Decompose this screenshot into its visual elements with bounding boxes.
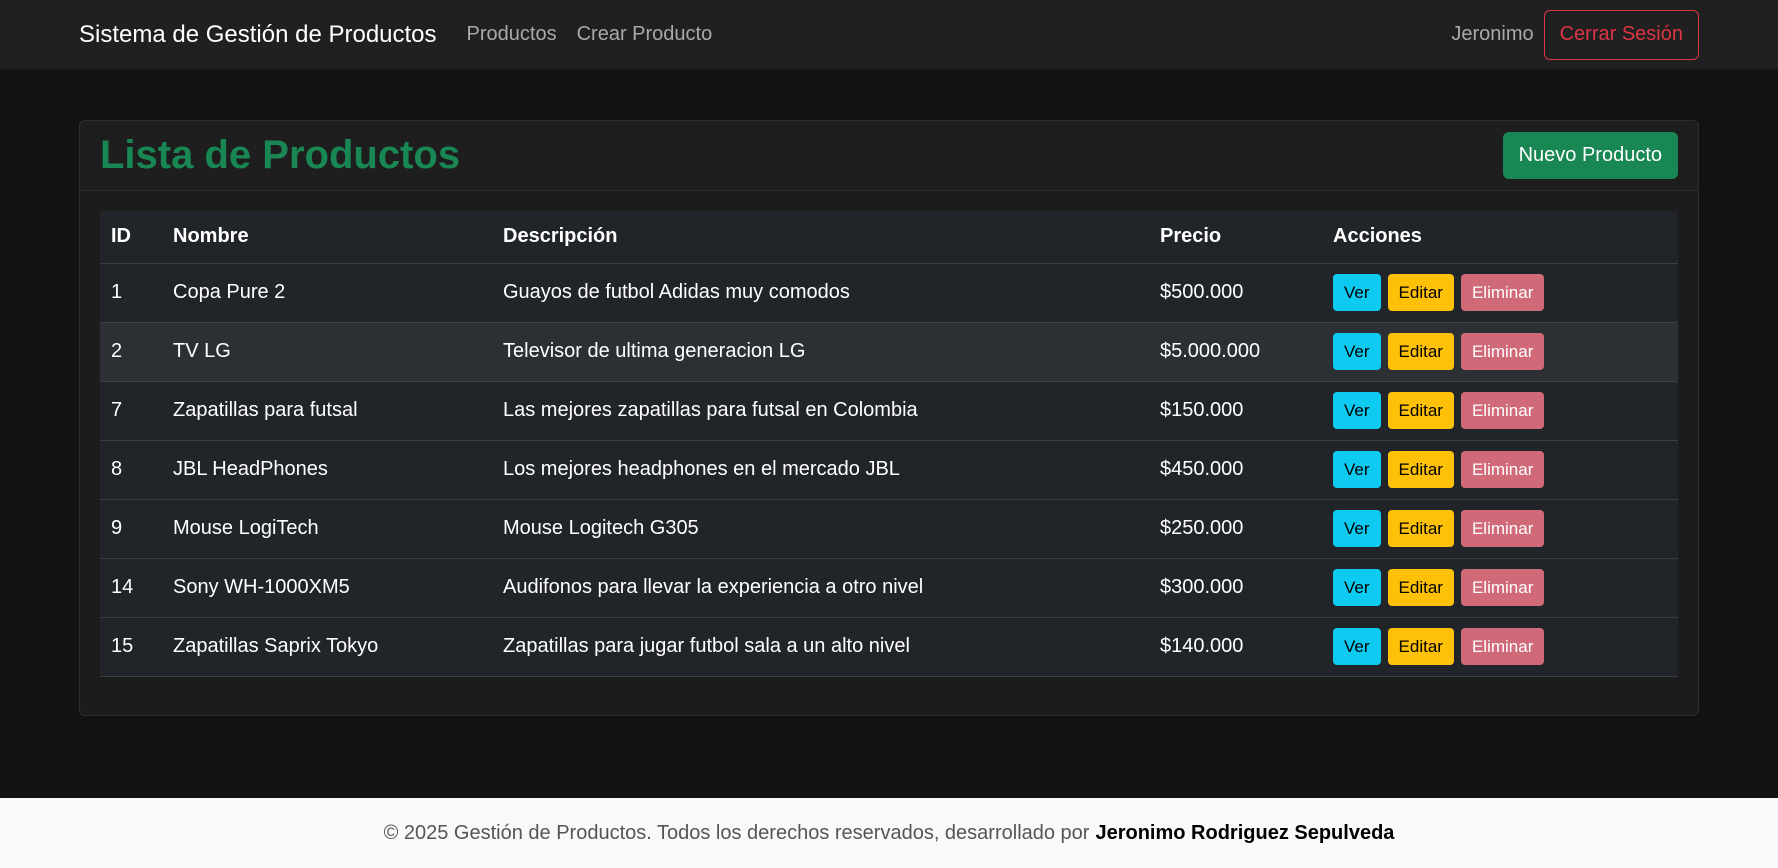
current-user-name: Jeronimo bbox=[1451, 23, 1534, 45]
header-precio: Precio bbox=[1149, 211, 1322, 264]
cell-nombre: Mouse LogiTech bbox=[162, 499, 492, 559]
app-brand[interactable]: Sistema de Gestión de Productos bbox=[79, 21, 437, 49]
table-row: 7 Zapatillas para futsal Las mejores zapat… bbox=[100, 381, 1678, 441]
new-product-button[interactable]: Nuevo Producto bbox=[1502, 132, 1678, 179]
top-navbar: Sistema de Gestión de Productos Producto… bbox=[0, 0, 1778, 70]
products-card: Lista de Productos Nuevo Producto ID Nom… bbox=[79, 120, 1699, 716]
cell-nombre: Sony WH-1000XM5 bbox=[162, 558, 492, 618]
view-button[interactable]: Ver bbox=[1333, 628, 1381, 665]
edit-button[interactable]: Editar bbox=[1387, 451, 1454, 488]
cell-precio: $5.000.000 bbox=[1149, 322, 1322, 382]
table-row: 9 Mouse LogiTech Mouse Logitech G305 $250.0… bbox=[100, 499, 1678, 559]
card-header: Lista de Productos Nuevo Producto bbox=[80, 121, 1698, 191]
delete-button[interactable]: Eliminar bbox=[1460, 274, 1545, 311]
header-id: ID bbox=[100, 211, 162, 264]
edit-button[interactable]: Editar bbox=[1387, 333, 1454, 370]
delete-button[interactable]: Eliminar bbox=[1460, 510, 1545, 547]
cell-acciones: Ver Editar Eliminar bbox=[1322, 558, 1678, 618]
table-container: ID Nombre Descripción Precio Acciones 1C… bbox=[80, 191, 1698, 697]
cell-id: 9 bbox=[100, 499, 162, 559]
cell-nombre: JBL HeadPhones bbox=[162, 440, 492, 500]
cell-nombre: Zapatillas para futsal bbox=[162, 381, 492, 441]
cell-descripcion: Televisor de ultima generacion LG bbox=[492, 322, 1149, 382]
delete-button[interactable]: Eliminar bbox=[1460, 392, 1545, 429]
cell-acciones: Ver Editar Eliminar bbox=[1322, 263, 1678, 323]
header-descripcion: Descripción bbox=[492, 211, 1149, 264]
edit-button[interactable]: Editar bbox=[1387, 628, 1454, 665]
cell-id: 8 bbox=[100, 440, 162, 500]
logout-button[interactable]: Cerrar Sesión bbox=[1543, 9, 1699, 60]
table-row: 2 TV LG Televisor de ultima generacion LG $… bbox=[100, 322, 1678, 382]
cell-acciones: Ver Editar Eliminar bbox=[1322, 499, 1678, 559]
cell-nombre: Zapatillas Saprix Tokyo bbox=[162, 617, 492, 677]
cell-precio: $500.000 bbox=[1149, 263, 1322, 323]
view-button[interactable]: Ver bbox=[1333, 274, 1381, 311]
edit-button[interactable]: Editar bbox=[1387, 392, 1454, 429]
table-body: 1 Copa Pure 2 Guayos de futbol Adidas muy … bbox=[100, 263, 1678, 677]
cell-descripcion: Las mejores zapatillas para futsal en Co… bbox=[492, 381, 1149, 441]
cell-acciones: Ver Editar Eliminar bbox=[1322, 322, 1678, 382]
cell-descripcion: Audifonos para llevar la experiencia a o… bbox=[492, 558, 1149, 618]
cell-id: 14 bbox=[100, 558, 162, 618]
cell-acciones: Ver Editar Eliminar bbox=[1322, 381, 1678, 441]
view-button[interactable]: Ver bbox=[1333, 569, 1381, 606]
edit-button[interactable]: Editar bbox=[1387, 569, 1454, 606]
header-nombre: Nombre bbox=[162, 211, 492, 264]
delete-button[interactable]: Eliminar bbox=[1460, 333, 1545, 370]
delete-button[interactable]: Eliminar bbox=[1460, 451, 1545, 488]
view-button[interactable]: Ver bbox=[1333, 451, 1381, 488]
cell-id: 15 bbox=[100, 617, 162, 677]
delete-button[interactable]: Eliminar bbox=[1460, 569, 1545, 606]
cell-descripcion: Zapatillas para jugar futbol sala a un a… bbox=[492, 617, 1149, 677]
table-row: 14 Sony WH-1000XM5 Audifonos para llevar l… bbox=[100, 558, 1678, 618]
cell-nombre: Copa Pure 2 bbox=[162, 263, 492, 323]
cell-id: 2 bbox=[100, 322, 162, 382]
view-button[interactable]: Ver bbox=[1333, 510, 1381, 547]
nav-link-productos[interactable]: Productos bbox=[467, 23, 557, 46]
cell-id: 7 bbox=[100, 381, 162, 441]
table-row: 1 Copa Pure 2 Guayos de futbol Adidas muy … bbox=[100, 263, 1678, 323]
nav-link-crear-producto[interactable]: Crear Producto bbox=[577, 23, 713, 46]
cell-acciones: Ver Editar Eliminar bbox=[1322, 440, 1678, 500]
cell-precio: $150.000 bbox=[1149, 381, 1322, 441]
view-button[interactable]: Ver bbox=[1333, 333, 1381, 370]
cell-precio: $250.000 bbox=[1149, 499, 1322, 559]
page-title: Lista de Productos bbox=[100, 133, 461, 177]
delete-button[interactable]: Eliminar bbox=[1460, 628, 1545, 665]
cell-precio: $300.000 bbox=[1149, 558, 1322, 618]
products-table: ID Nombre Descripción Precio Acciones 1C… bbox=[100, 211, 1678, 677]
footer-text: © 2025 Gestión de Productos. Todos los d… bbox=[383, 821, 1090, 844]
cell-id: 1 bbox=[100, 263, 162, 323]
edit-button[interactable]: Editar bbox=[1387, 274, 1454, 311]
cell-nombre: TV LG bbox=[162, 322, 492, 382]
page-footer: © 2025 Gestión de Productos. Todos los d… bbox=[0, 798, 1778, 868]
cell-acciones: Ver Editar Eliminar bbox=[1322, 617, 1678, 677]
view-button[interactable]: Ver bbox=[1333, 392, 1381, 429]
cell-precio: $140.000 bbox=[1149, 617, 1322, 677]
cell-descripcion: Los mejores headphones en el mercado JBL bbox=[492, 440, 1149, 500]
cell-precio: $450.000 bbox=[1149, 440, 1322, 500]
table-row: 15 Zapatillas Saprix Tokyo Zapatillas para… bbox=[100, 617, 1678, 677]
header-acciones: Acciones bbox=[1322, 211, 1678, 264]
cell-descripcion: Mouse Logitech G305 bbox=[492, 499, 1149, 559]
footer-author: Jeronimo Rodriguez Sepulveda bbox=[1095, 821, 1395, 844]
cell-descripcion: Guayos de futbol Adidas muy comodos bbox=[492, 263, 1149, 323]
table-header-row: ID Nombre Descripción Precio Acciones bbox=[100, 211, 1678, 264]
table-row: 8 JBL HeadPhones Los mejores headphones en… bbox=[100, 440, 1678, 500]
edit-button[interactable]: Editar bbox=[1387, 510, 1454, 547]
